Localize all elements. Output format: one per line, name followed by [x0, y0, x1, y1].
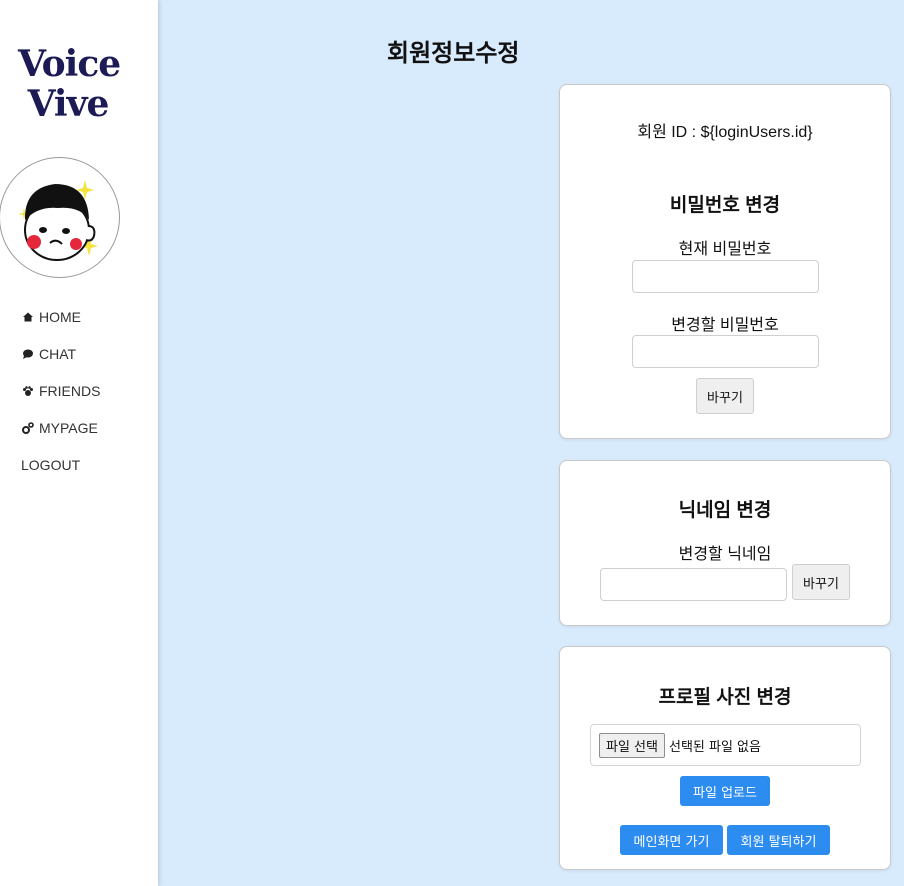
go-main-button[interactable]: 메인화면 가기 [620, 825, 723, 855]
sidebar-item-logout[interactable]: LOGOUT [21, 446, 100, 483]
gears-icon [22, 421, 34, 434]
member-id-text: 회원 ID : ${loginUsers.id} [637, 124, 813, 141]
avatar [0, 157, 120, 278]
sidebar-item-label: HOME [39, 308, 81, 325]
new-password-input[interactable] [632, 335, 819, 368]
friends-icon [23, 385, 33, 396]
sidebar-item-label: LOGOUT [21, 456, 81, 473]
sidebar-item-friends[interactable]: FRIENDS [21, 372, 100, 409]
choose-file-button[interactable]: 파일 선택 [599, 732, 665, 758]
withdraw-button[interactable]: 회원 탈퇴하기 [727, 825, 830, 855]
password-card: 회원 ID : ${loginUsers.id} 비밀번호 변경 현재 비밀번호… [559, 84, 891, 439]
sidebar-item-label: MYPAGE [39, 419, 98, 436]
nickname-card: 닉네임 변경 변경할 닉네임 바꾸기 [559, 460, 891, 626]
sidebar-item-label: CHAT [39, 345, 77, 362]
profile-photo-heading: 프로필 사진 변경 [658, 687, 792, 708]
new-password-label: 변경할 비밀번호 [671, 317, 779, 334]
avatar-illustration [18, 180, 98, 261]
sidebar-item-home[interactable]: HOME [21, 298, 100, 335]
logo-line-2: Vive [27, 83, 110, 125]
file-input[interactable]: 파일 선택 선택된 파일 없음 [590, 724, 861, 766]
home-icon [23, 312, 33, 321]
change-nickname-button[interactable]: 바꾸기 [792, 564, 850, 600]
profile-photo-card: 프로필 사진 변경 파일 선택 선택된 파일 없음 파일 업로드 메인화면 가기… [559, 646, 891, 870]
current-password-input[interactable] [632, 260, 819, 293]
change-password-button[interactable]: 바꾸기 [696, 378, 754, 414]
upload-file-button[interactable]: 파일 업로드 [680, 776, 770, 806]
file-status-text: 선택된 파일 없음 [668, 739, 761, 755]
sidebar: Voice Vive HOME CHAT FRIENDS MYPAGE LOGO… [0, 0, 158, 886]
sidebar-item-label: FRIENDS [39, 382, 101, 399]
sidebar-nav: HOME CHAT FRIENDS MYPAGE LOGOUT [21, 298, 100, 483]
current-password-label: 현재 비밀번호 [678, 241, 772, 258]
chat-icon [23, 349, 33, 359]
new-nickname-input[interactable] [600, 568, 787, 601]
logo[interactable]: Voice Vive [18, 43, 121, 125]
sidebar-item-chat[interactable]: CHAT [21, 335, 100, 372]
page-title: 회원정보수정 [387, 40, 520, 67]
password-heading: 비밀번호 변경 [669, 195, 781, 216]
logo-line-1: Voice [18, 43, 121, 85]
nickname-heading: 닉네임 변경 [678, 500, 772, 521]
new-nickname-label: 변경할 닉네임 [678, 546, 772, 563]
sidebar-item-mypage[interactable]: MYPAGE [21, 409, 100, 446]
